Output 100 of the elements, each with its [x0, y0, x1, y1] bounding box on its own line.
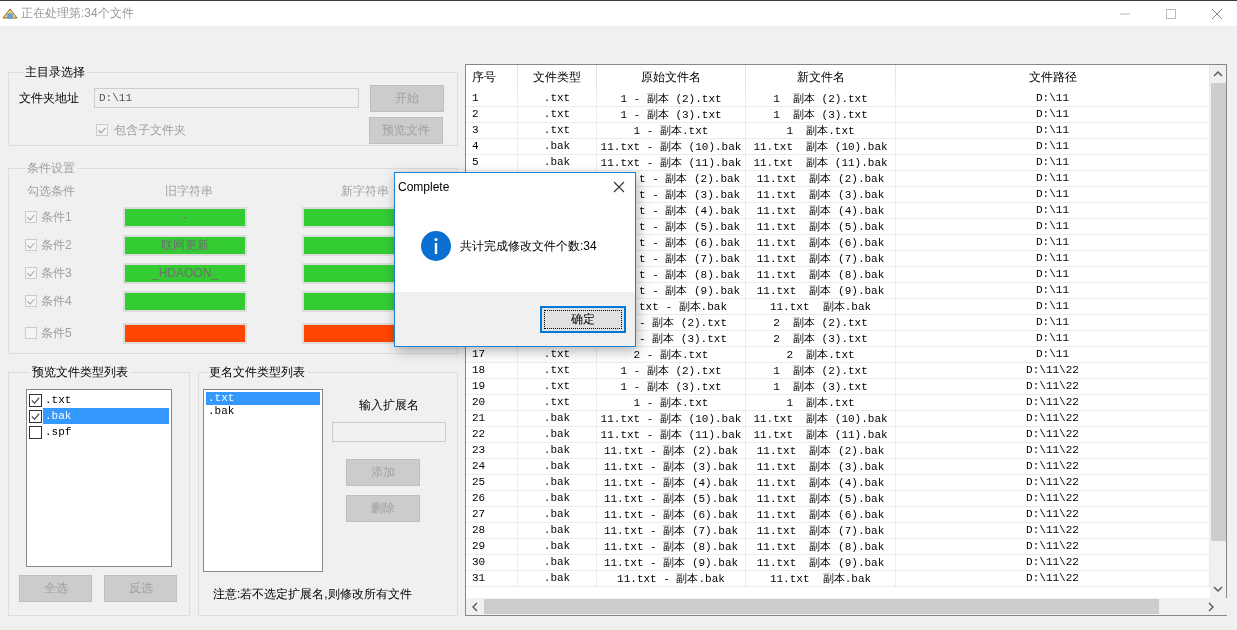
table-cell: 20: [472, 396, 486, 409]
folder-field[interactable]: D:\11: [94, 88, 359, 108]
column-label: 勾选条件: [27, 182, 76, 200]
table-cell: .bak: [543, 540, 571, 553]
table-cell: D:\11\22: [1026, 524, 1079, 537]
extension-field[interactable]: [332, 422, 446, 442]
checkbox-label: 条件3: [41, 264, 73, 282]
checkbox[interactable]: [29, 425, 42, 439]
list-item[interactable]: .spf: [43, 424, 169, 440]
table-cell: 25: [472, 476, 486, 489]
table-cell-text: 2 副本 (2).txt: [773, 315, 868, 330]
table-cell-text: 11.txt - 副本 (5).bak: [603, 491, 739, 506]
table-cell: .txt: [543, 124, 571, 137]
dialog-message: 共计完成修改文件个数:34: [460, 237, 597, 255]
table-cell: 19: [472, 380, 486, 393]
table-cell: .bak: [543, 156, 571, 169]
checkbox-label: 条件1: [41, 208, 73, 226]
list-item[interactable]: .bak: [206, 405, 320, 418]
table-cell-text: 1 副本 (2).txt: [773, 363, 868, 378]
checkbox-label: 条件4: [41, 292, 73, 310]
table-cell-text: 11.txt 副本 (7).bak: [756, 251, 885, 266]
table-cell: .txt: [543, 108, 571, 121]
table-cell: .bak: [543, 140, 571, 153]
table-cell: D:\11: [1036, 140, 1069, 153]
table-cell-text: 1 - 副本 (2).txt: [620, 363, 722, 378]
table-cell: D:\11: [1036, 156, 1069, 169]
checkbox-label: 条件2: [41, 236, 73, 254]
table-cell-text: 1 副本 (3).txt: [773, 107, 868, 122]
table-cell: 5: [472, 156, 479, 169]
checkbox[interactable]: [29, 393, 42, 407]
table-cell: 30: [472, 556, 486, 569]
table-cell: 18: [472, 364, 486, 377]
table-cell: D:\11\22: [1026, 492, 1079, 505]
table-cell: D:\11: [1036, 124, 1069, 137]
note-text: 注意:若不选定扩展名,则修改所有文件: [213, 586, 413, 603]
list-item[interactable]: .bak: [43, 408, 169, 424]
table-cell: 31: [472, 572, 486, 585]
table-cell: D:\11: [1036, 284, 1069, 297]
scroll-down-icon[interactable]: [1213, 585, 1223, 593]
table-cell-text: 11.txt 副本 (9).bak: [756, 555, 885, 570]
table-cell: 3: [472, 124, 479, 137]
close-icon[interactable]: [613, 180, 625, 193]
table-cell-text: t - 副本 (6).bak: [639, 235, 741, 250]
table-cell-text: t - 副本 (2).bak: [639, 171, 741, 186]
table-cell-text: t - 副本 (8).bak: [639, 267, 741, 282]
table-cell: 29: [472, 540, 486, 553]
table-cell: 17: [472, 348, 486, 361]
ok-button[interactable]: 确定: [540, 305, 626, 333]
checkbox[interactable]: [29, 409, 42, 423]
table-cell-text: 2 副本.txt: [786, 347, 855, 362]
table-cell-text: 11.txt 副本 (7).bak: [756, 523, 885, 538]
table-cell: .bak: [543, 556, 571, 569]
scroll-thumb[interactable]: [484, 599, 1159, 614]
table-cell: D:\11\22: [1026, 476, 1079, 489]
table-cell: 27: [472, 508, 486, 521]
table-cell: D:\11: [1036, 300, 1069, 313]
table-cell: 1: [472, 92, 479, 105]
table-cell-text: 11.txt 副本 (4).bak: [756, 203, 885, 218]
column-header[interactable]: 原始文件名: [597, 65, 746, 91]
table-cell-text: 1 副本.txt: [786, 395, 855, 410]
scroll-right-icon[interactable]: [1207, 601, 1215, 612]
column-header[interactable]: 序号: [466, 65, 518, 91]
table-cell: D:\11: [1036, 220, 1069, 233]
column-header[interactable]: 文件类型: [518, 65, 597, 91]
table-cell-text: t - 副本 (5).bak: [639, 219, 741, 234]
table-cell: D:\11: [1036, 172, 1069, 185]
table-cell: D:\11\22: [1026, 428, 1079, 441]
old-string-field[interactable]: [123, 322, 247, 344]
table-cell: .txt: [543, 92, 571, 105]
dialog-title: Complete: [398, 179, 450, 194]
table-cell: 2: [472, 108, 479, 121]
table-cell: D:\11\22: [1026, 444, 1079, 457]
column-header[interactable]: 新文件名: [746, 65, 896, 91]
table-cell: D:\11\22: [1026, 540, 1079, 553]
table-cell: D:\11: [1036, 204, 1069, 217]
table-cell-text: 11.txt 副本.bak: [769, 571, 872, 586]
scroll-up-icon[interactable]: [1213, 70, 1223, 78]
table-cell: .bak: [543, 476, 571, 489]
table-cell-text: 11.txt 副本 (8).bak: [756, 267, 885, 282]
list-item[interactable]: .txt: [43, 392, 169, 408]
table-cell: D:\11\22: [1026, 364, 1079, 377]
scroll-left-icon[interactable]: [471, 601, 479, 612]
folder-label: 文件夹地址: [19, 89, 80, 107]
table-cell-text: 1 - 副本 (3).txt: [620, 379, 722, 394]
horizontal-scrollbar[interactable]: [466, 598, 1228, 615]
table-cell-text: 11.txt 副本 (5).bak: [756, 491, 885, 506]
old-string-field[interactable]: [123, 290, 247, 312]
table-cell-text: 11.txt 副本 (11).bak: [753, 427, 888, 442]
table-cell: 4: [472, 140, 479, 153]
table-cell-text: 1 副本 (3).txt: [773, 379, 868, 394]
list-item[interactable]: .txt: [206, 392, 320, 405]
table-cell-text: 11.txt - 副本 (7).bak: [603, 523, 739, 538]
table-cell-text: 11.txt - 副本.bak: [617, 571, 725, 586]
table-cell-text: 11.txt 副本 (10).bak: [753, 139, 888, 154]
table-cell-text: 11.txt - 副本 (11).bak: [600, 155, 742, 170]
checkbox-label: 条件5: [41, 324, 73, 342]
table-cell: .bak: [543, 492, 571, 505]
table-cell-text: 11.txt 副本 (9).bak: [756, 283, 885, 298]
maximize-icon[interactable]: [1165, 7, 1177, 20]
table-cell-text: 11.txt - 副本 (4).bak: [603, 475, 739, 490]
